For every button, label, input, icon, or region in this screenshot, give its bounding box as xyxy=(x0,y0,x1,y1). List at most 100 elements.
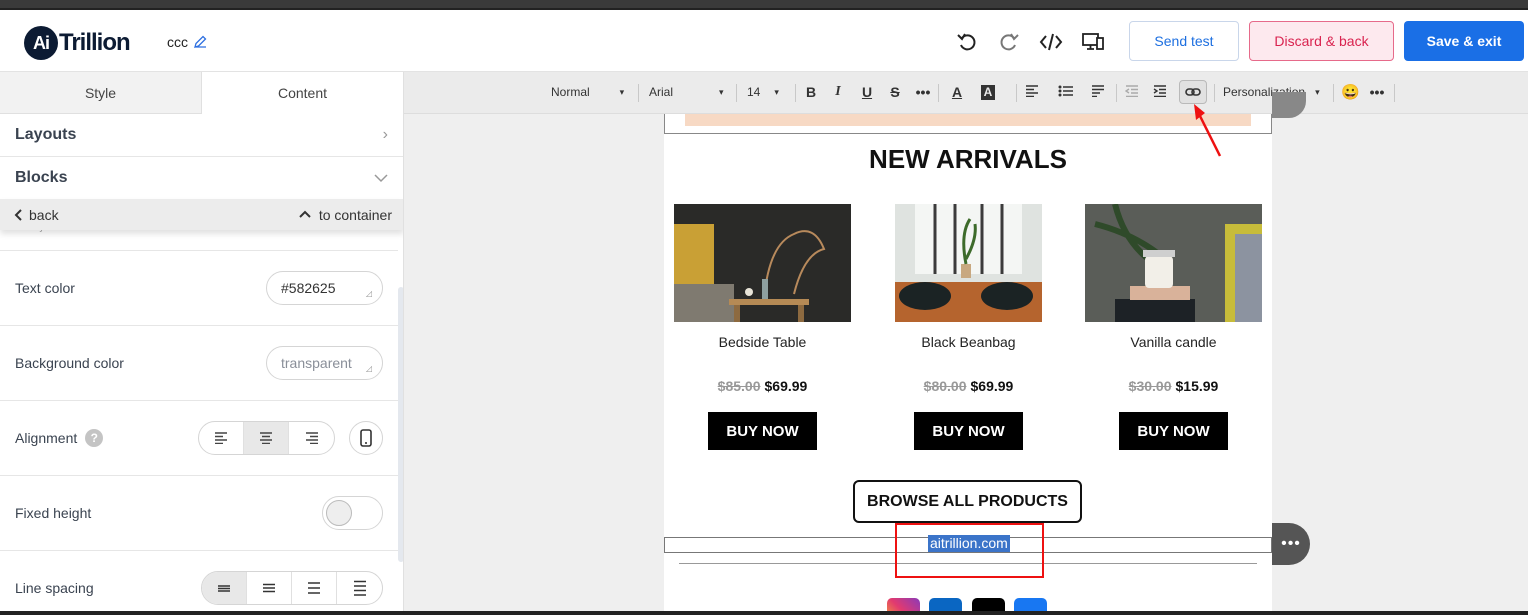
bold-icon[interactable]: B xyxy=(801,84,821,100)
link-icon xyxy=(1185,88,1201,96)
tab-content[interactable]: Content xyxy=(202,72,403,114)
line-spacing-2-button[interactable] xyxy=(247,572,292,604)
undo-icon[interactable] xyxy=(955,30,979,54)
paragraph-format-select[interactable]: Normal ▾ xyxy=(551,85,624,99)
product-name: Bedside Table xyxy=(718,334,807,350)
font-family-value: Arial xyxy=(649,85,674,99)
template-name-text: ccc xyxy=(167,34,188,50)
product-card[interactable]: Black Beanbag $80.00 $69.99 BUY NOW xyxy=(895,204,1042,450)
strikethrough-icon[interactable]: S xyxy=(885,84,905,100)
fixed-height-toggle[interactable] xyxy=(322,496,383,530)
to-container-button[interactable]: to container xyxy=(299,207,392,223)
product-card[interactable]: Bedside Table $85.00 $69.99 BUY NOW xyxy=(674,204,851,450)
product-card[interactable]: Vanilla candle $30.00 $15.99 BUY NOW xyxy=(1085,204,1262,450)
preview-devices-icon[interactable] xyxy=(1081,30,1105,54)
line-spacing-compact-icon xyxy=(218,585,230,592)
more-formatting-icon[interactable]: ••• xyxy=(913,84,933,100)
text-color-label: Text color xyxy=(15,280,75,296)
line-spacing-wide-icon xyxy=(353,580,366,596)
paragraph-icon[interactable] xyxy=(1088,84,1108,100)
template-name[interactable]: ccc xyxy=(167,34,208,50)
black-beanbag-image[interactable] xyxy=(895,204,1042,322)
tab-style[interactable]: Style xyxy=(0,72,202,114)
indent-icon[interactable] xyxy=(1150,84,1170,100)
logo-badge: Ai xyxy=(24,26,58,60)
block-options-button[interactable]: ••• xyxy=(1272,523,1310,565)
line-spacing-row: Line spacing xyxy=(0,550,398,615)
window-bottom-edge xyxy=(0,611,1528,615)
annotation-arrow-icon xyxy=(1194,104,1222,157)
layouts-label: Layouts xyxy=(15,126,77,143)
emoji-icon[interactable]: 😀 xyxy=(1341,83,1360,101)
code-icon[interactable] xyxy=(1039,30,1063,54)
mobile-icon xyxy=(360,429,372,447)
italic-icon[interactable]: I xyxy=(828,84,848,100)
discard-back-button[interactable]: Discard & back xyxy=(1249,21,1394,61)
send-test-button[interactable]: Send test xyxy=(1129,21,1239,61)
color-picker-icon: ◿ xyxy=(365,364,372,373)
more-options-icon[interactable]: ••• xyxy=(1367,84,1387,100)
browse-all-products-button[interactable]: BROWSE ALL PRODUCTS xyxy=(853,480,1082,523)
vanilla-candle-image[interactable] xyxy=(1085,204,1262,322)
background-color-value: transparent xyxy=(281,355,352,371)
toggle-knob xyxy=(326,500,352,526)
font-family-select[interactable]: Arial ▾ xyxy=(649,85,724,99)
underline-icon[interactable]: U xyxy=(857,84,877,100)
layouts-section[interactable]: Layouts › xyxy=(0,114,403,157)
align-left-icon xyxy=(215,432,227,444)
dropdown-caret-icon: ▾ xyxy=(619,86,625,97)
align-right-button[interactable] xyxy=(289,422,334,454)
redo-icon[interactable] xyxy=(997,30,1021,54)
old-price: $30.00 xyxy=(1128,378,1172,394)
to-container-label: to container xyxy=(318,206,392,223)
line-spacing-label: Line spacing xyxy=(15,580,94,596)
product-name: Vanilla candle xyxy=(1130,334,1217,350)
color-picker-icon: ◿ xyxy=(365,289,372,298)
back-label: back xyxy=(29,206,59,223)
dropdown-caret-icon: ▾ xyxy=(1315,86,1320,97)
chevron-down-icon xyxy=(374,174,388,183)
product-name: Black Beanbag xyxy=(921,334,1016,350)
save-exit-button[interactable]: Save & exit xyxy=(1404,21,1524,61)
editor-header: Ai Trillion ccc Send test Discard & back… xyxy=(0,10,1528,72)
line-spacing-4-button[interactable] xyxy=(337,572,382,604)
bedside-table-image[interactable] xyxy=(674,204,851,322)
background-color-icon[interactable]: A xyxy=(981,85,995,100)
header-block[interactable] xyxy=(664,114,1272,134)
align-left-button[interactable] xyxy=(199,422,244,454)
edit-pencil-icon[interactable] xyxy=(192,34,208,50)
line-spacing-1-button[interactable] xyxy=(202,572,247,604)
font-size-select[interactable]: 14 ▾ xyxy=(747,85,779,99)
align-icon[interactable] xyxy=(1022,84,1042,100)
block-handle[interactable] xyxy=(1272,92,1306,118)
annotation-highlight-box xyxy=(895,523,1044,578)
back-button[interactable]: back xyxy=(14,207,59,223)
peach-banner xyxy=(685,114,1251,126)
text-color-input[interactable]: #582625 ◿ xyxy=(266,271,383,305)
mobile-alignment-button[interactable] xyxy=(349,421,383,455)
buy-now-button[interactable]: BUY NOW xyxy=(1119,412,1228,450)
text-color-icon[interactable]: A xyxy=(947,84,967,100)
blocks-section[interactable]: Blocks xyxy=(0,157,403,200)
text-format-toolbar: Normal ▾ Arial ▾ 14 ▾ B I U S ••• A A Pe… xyxy=(404,72,1528,114)
section-title[interactable]: NEW ARRIVALS xyxy=(664,144,1272,175)
align-center-button[interactable] xyxy=(244,422,289,454)
sale-price: $69.99 xyxy=(764,378,808,394)
background-color-input[interactable]: transparent ◿ xyxy=(266,346,383,380)
aitrillion-logo[interactable]: Ai Trillion xyxy=(24,26,131,60)
help-icon[interactable]: ? xyxy=(85,429,104,447)
buy-now-button[interactable]: BUY NOW xyxy=(914,412,1023,450)
dropdown-caret-icon: ▾ xyxy=(719,86,724,97)
unordered-list-icon[interactable] xyxy=(1056,84,1076,100)
alignment-label: Alignment xyxy=(15,430,78,446)
window-top-strip xyxy=(0,0,1528,10)
line-spacing-3-button[interactable] xyxy=(292,572,337,604)
blocks-label: Blocks xyxy=(15,169,68,186)
chevron-up-icon xyxy=(299,210,311,218)
buy-now-button[interactable]: BUY NOW xyxy=(708,412,817,450)
old-price: $85.00 xyxy=(717,378,761,394)
outdent-icon[interactable] xyxy=(1122,84,1142,100)
background-color-label: Background color xyxy=(15,355,124,371)
alignment-row: Alignment ? xyxy=(0,400,398,475)
background-color-row: Background color transparent ◿ xyxy=(0,325,398,400)
